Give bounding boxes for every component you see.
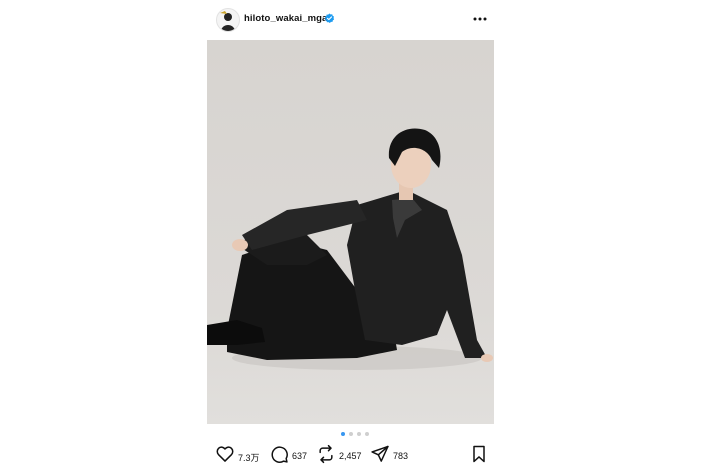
bookmark-icon <box>473 445 485 463</box>
action-bar: 7.3万 637 2,457 783 <box>207 442 497 466</box>
like-button[interactable]: 7.3万 <box>215 444 265 464</box>
comment-icon <box>271 446 288 463</box>
repost-button[interactable]: 2,457 <box>316 444 372 464</box>
more-options-icon[interactable] <box>470 11 490 27</box>
carousel-indicator <box>341 432 371 438</box>
carousel-dot <box>365 432 369 436</box>
save-button[interactable] <box>469 444 489 464</box>
comment-button[interactable]: 637 <box>269 444 313 464</box>
carousel-dot <box>341 432 345 436</box>
username[interactable]: hiloto_wakai_mga <box>244 13 327 24</box>
repost-icon <box>319 444 333 464</box>
avatar[interactable] <box>216 8 240 32</box>
send-icon <box>371 445 389 462</box>
repost-count: 2,457 <box>339 451 362 461</box>
post-header: hiloto_wakai_mga <box>212 5 496 33</box>
share-count: 783 <box>393 451 409 461</box>
post-photo[interactable] <box>207 40 494 424</box>
instagram-post: hiloto_wakai_mga 7.3万 637 2,457 783 <box>0 0 702 468</box>
verified-badge-icon <box>325 13 335 23</box>
carousel-dot <box>349 432 353 436</box>
heart-icon <box>216 446 234 462</box>
like-count: 7.3万 <box>238 453 260 463</box>
share-button[interactable]: 783 <box>370 444 416 464</box>
comment-count: 637 <box>292 451 308 461</box>
carousel-dot <box>357 432 361 436</box>
